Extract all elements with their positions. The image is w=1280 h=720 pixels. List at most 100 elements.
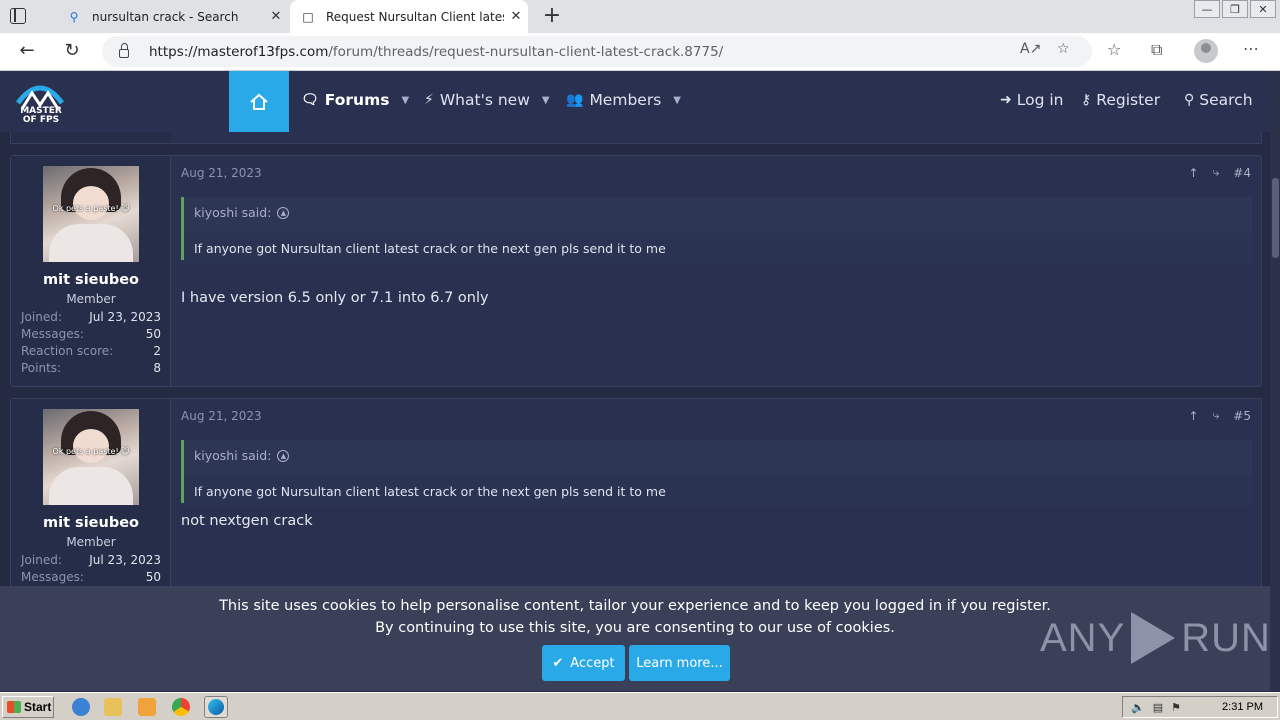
page-icon: □	[302, 9, 314, 24]
nav-members[interactable]: 👥 Members ▼	[566, 91, 681, 109]
avatar-caption: Ok pets a paste! 😺	[52, 447, 130, 456]
close-tab-icon[interactable]: ✕	[504, 9, 528, 24]
check-icon: ✔	[552, 655, 564, 671]
home-button[interactable]	[229, 71, 289, 132]
share-icon[interactable]: ⤷	[1213, 408, 1220, 423]
more-icon[interactable]: ⋯	[1243, 39, 1259, 58]
stat-joined: Joined: Jul 23, 2023	[21, 310, 161, 324]
key-icon: ⚷	[1081, 92, 1092, 108]
start-button[interactable]: Start	[2, 696, 54, 718]
quote-author: kiyoshi said:	[194, 448, 272, 463]
tab-search[interactable]: ⚲ nursultan crack - Search ✕	[56, 0, 288, 33]
scrollbar-thumb[interactable]	[1272, 178, 1279, 258]
network-icon[interactable]: ▤	[1153, 701, 1163, 714]
arrow-up-circle-icon[interactable]: ▲	[277, 206, 290, 219]
stat-messages: Messages: 50	[21, 327, 161, 341]
post: Ok pets a paste! 😺 mit sieubeo Member Jo…	[10, 398, 1262, 598]
post-number[interactable]: #4	[1233, 166, 1251, 180]
close-tab-icon[interactable]: ✕	[264, 9, 288, 24]
nav-whats-new[interactable]: ⚡ What's new ▼	[424, 91, 550, 109]
page-scrollbar[interactable]	[1270, 71, 1280, 691]
accept-button[interactable]: ✔ Accept	[542, 645, 625, 681]
login-link[interactable]: ➜ Log in	[1000, 91, 1063, 109]
post-date[interactable]: Aug 21, 2023	[181, 166, 262, 180]
window-controls: — ❐ ✕	[1192, 0, 1276, 18]
tab-actions-icon[interactable]	[10, 8, 26, 24]
profile-icon[interactable]	[1194, 39, 1218, 63]
stat-reaction-score: Reaction score: 2	[21, 344, 161, 358]
accept-label: Accept	[570, 655, 615, 671]
post-number[interactable]: #5	[1233, 409, 1251, 423]
close-window-icon[interactable]: ✕	[1250, 0, 1276, 18]
arrow-up-icon[interactable]: ↑	[1189, 409, 1199, 423]
share-icon[interactable]: ⤷	[1213, 165, 1220, 180]
tab-title: nursultan crack - Search	[92, 9, 239, 24]
search-label: Search	[1199, 91, 1253, 109]
back-icon[interactable]: ←	[15, 40, 39, 61]
avatar[interactable]: Ok pets a paste! 😺	[43, 409, 139, 505]
search-icon: ⚲	[69, 9, 79, 24]
new-tab-icon[interactable]: +	[540, 3, 564, 28]
folder-icon[interactable]	[104, 698, 122, 716]
address-bar: ← ↻ https://masterof13fps.com/forum/thre…	[0, 33, 1280, 71]
edge-taskbar-button[interactable]	[204, 696, 228, 718]
nav-members-label: Members	[589, 91, 662, 109]
user-title: Member	[66, 292, 116, 306]
bolt-icon: ⚡	[424, 92, 434, 108]
cookie-notice: This site uses cookies to help personali…	[0, 586, 1270, 691]
chevron-down-icon[interactable]: ▼	[401, 95, 409, 106]
search-link[interactable]: ⚲ Search	[1184, 91, 1253, 109]
media-player-icon[interactable]	[138, 698, 156, 716]
play-icon	[1131, 612, 1176, 664]
tab-title: Request Nursultan Client latest	[326, 9, 504, 24]
windows-flag-icon	[7, 701, 21, 713]
taskbar: Start 🔈 ▤ ⚑ 2:31 PM	[0, 692, 1280, 720]
users-icon: 👥	[566, 92, 584, 108]
username[interactable]: mit sieubeo	[11, 515, 171, 531]
read-aloud-icon[interactable]: A↗	[1020, 41, 1041, 57]
previous-post-edge	[10, 132, 1262, 144]
minimize-icon[interactable]: —	[1194, 0, 1220, 18]
arrow-up-icon[interactable]: ↑	[1189, 166, 1199, 180]
post-text: I have version 6.5 only or 7.1 into 6.7 …	[181, 290, 489, 306]
nav-whats-new-label: What's new	[439, 91, 530, 109]
avatar-caption: Ok pets a paste! 😺	[52, 204, 130, 213]
site-header: MASTER OF FPS 🗨 Forums ▼ ⚡ What's new ▼ …	[0, 71, 1270, 132]
url-text: https://masterof13fps.com/forum/threads/…	[149, 43, 724, 60]
post-text: not nextgen crack	[181, 513, 313, 529]
quote-block: kiyoshi said: ▲ If anyone got Nursultan …	[181, 440, 1252, 506]
learn-more-label: Learn more...	[636, 655, 723, 671]
quote-author: kiyoshi said:	[194, 205, 272, 220]
quote-header[interactable]: kiyoshi said: ▲	[194, 205, 290, 220]
username[interactable]: mit sieubeo	[11, 272, 171, 288]
home-icon	[250, 93, 268, 110]
favorites-icon[interactable]: ☆	[1107, 40, 1121, 59]
system-tray: 🔈 ▤ ⚑ 2:31 PM	[1122, 696, 1278, 718]
browser-tab-bar: ⚲ nursultan crack - Search ✕ □ Request N…	[0, 0, 1280, 33]
ie-icon[interactable]	[72, 698, 90, 716]
restore-icon[interactable]: ❐	[1222, 0, 1248, 18]
flag-icon[interactable]: ⚑	[1171, 701, 1181, 714]
refresh-icon[interactable]: ↻	[60, 40, 84, 61]
arrow-up-circle-icon[interactable]: ▲	[277, 449, 290, 462]
collections-icon[interactable]: ⧉	[1151, 40, 1162, 60]
stat-points: Points: 8	[21, 361, 161, 375]
nav-forums[interactable]: 🗨 Forums ▼	[301, 91, 409, 109]
learn-more-button[interactable]: Learn more...	[629, 645, 730, 681]
search-icon: ⚲	[1184, 92, 1195, 108]
post: Ok pets a paste! 😺 mit sieubeo Member Jo…	[10, 155, 1262, 387]
add-favorite-icon[interactable]: ☆	[1057, 41, 1070, 57]
register-link[interactable]: ⚷ Register	[1081, 91, 1160, 109]
post-date[interactable]: Aug 21, 2023	[181, 409, 262, 423]
tab-thread[interactable]: □ Request Nursultan Client latest ✕	[290, 0, 528, 33]
chrome-icon[interactable]	[172, 698, 190, 716]
quote-header[interactable]: kiyoshi said: ▲	[194, 448, 290, 463]
chevron-down-icon[interactable]: ▼	[542, 95, 550, 106]
avatar[interactable]: Ok pets a paste! 😺	[43, 166, 139, 262]
chevron-down-icon[interactable]: ▼	[673, 95, 681, 106]
stat-messages: Messages: 50	[21, 570, 161, 584]
user-panel: Ok pets a paste! 😺 mit sieubeo Member Jo…	[11, 156, 171, 386]
stat-joined: Joined: Jul 23, 2023	[21, 553, 161, 567]
url-field[interactable]: https://masterof13fps.com/forum/threads/…	[102, 36, 1092, 67]
volume-icon[interactable]: 🔈	[1131, 701, 1145, 714]
